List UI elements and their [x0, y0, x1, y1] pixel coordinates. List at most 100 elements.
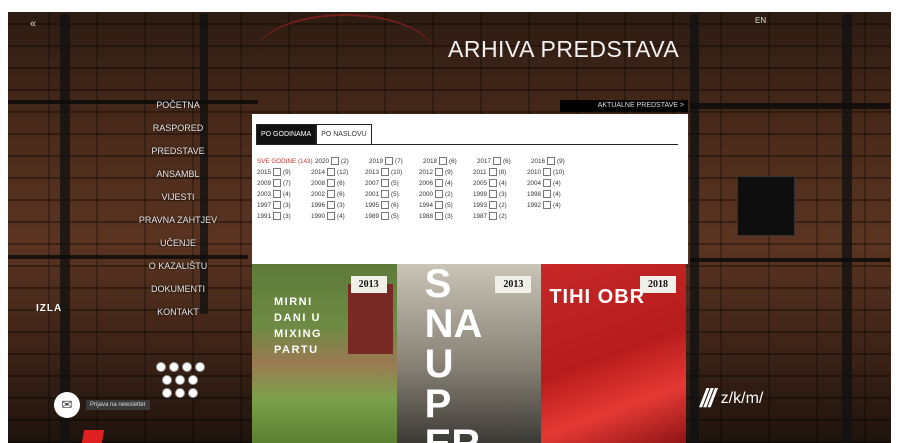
year-checkbox[interactable] — [543, 201, 552, 210]
email-icon[interactable]: ✉ — [54, 392, 80, 418]
facebook-icon[interactable] — [155, 362, 166, 372]
flickr-icon[interactable] — [175, 375, 185, 385]
year-checkbox[interactable] — [273, 190, 282, 199]
tab-po-naslovu[interactable]: PO NASLOVU — [316, 124, 372, 144]
back-icon[interactable]: « — [30, 18, 36, 30]
language-switch[interactable]: EN — [755, 16, 766, 25]
year-filter-item[interactable]: 1997 (3) — [257, 200, 311, 211]
year-checkbox[interactable] — [435, 168, 444, 177]
year-filter-item[interactable]: 2002 (6) — [311, 189, 365, 200]
nav-item-pocetna[interactable]: POČETNA — [118, 94, 238, 117]
year-checkbox[interactable] — [435, 190, 444, 199]
year-checkbox[interactable] — [327, 190, 336, 199]
year-checkbox[interactable] — [489, 201, 498, 210]
poster-card[interactable]: 2013 MIRNI DANI U MIXING PARTU — [252, 264, 397, 443]
year-filter-item[interactable]: 1989 (5) — [365, 211, 419, 222]
year-filter-item[interactable]: 2003 (4) — [257, 189, 311, 200]
year-filter-item[interactable]: 1993 (2) — [473, 200, 527, 211]
poster-card[interactable]: 2018 TIHI OBR — [541, 264, 687, 443]
year-filter-item[interactable]: 2008 (6) — [311, 178, 365, 189]
year-checkbox[interactable] — [327, 179, 336, 188]
year-filter-item[interactable]: 2013 (10) — [365, 167, 419, 178]
year-filter-item[interactable]: 2016 (9) — [531, 156, 585, 167]
year-checkbox[interactable] — [489, 212, 498, 221]
nav-item-vijesti[interactable]: VIJESTI — [118, 186, 238, 209]
year-filter-item[interactable]: 2017 (6) — [477, 156, 531, 167]
year-filter-item[interactable]: 1998 (4) — [527, 189, 581, 200]
year-filter-item[interactable]: 2006 (4) — [419, 178, 473, 189]
nav-item-dokumenti[interactable]: DOKUMENTI — [118, 278, 238, 301]
year-filter-item[interactable]: 2001 (5) — [365, 189, 419, 200]
aktualne-predstave-link[interactable]: AKTUALNE PREDSTAVE > — [560, 100, 688, 112]
year-checkbox[interactable] — [381, 201, 390, 210]
year-checkbox[interactable] — [273, 201, 282, 210]
year-filter-all[interactable]: SVE GODINE (143) — [257, 156, 315, 167]
year-checkbox[interactable] — [435, 201, 444, 210]
year-filter-item[interactable]: 2020 (2) — [315, 156, 369, 167]
year-checkbox[interactable] — [489, 179, 498, 188]
year-checkbox[interactable] — [435, 179, 444, 188]
year-filter-item[interactable]: 1995 (6) — [365, 200, 419, 211]
nav-item-predstave[interactable]: PREDSTAVE — [118, 140, 238, 163]
year-checkbox[interactable] — [381, 168, 390, 177]
twitter-icon[interactable] — [168, 362, 179, 372]
nav-item-o-kazalistu[interactable]: O KAZALIŠTU — [118, 255, 238, 278]
instagram-icon[interactable] — [181, 362, 192, 372]
year-filter-item[interactable]: 2018 (6) — [423, 156, 477, 167]
year-filter-item[interactable]: 1987 (2) — [473, 211, 527, 222]
year-filter-item[interactable]: 1990 (4) — [311, 211, 365, 222]
year-checkbox[interactable] — [385, 157, 394, 166]
year-filter-item[interactable]: 2019 (7) — [369, 156, 423, 167]
newsletter-signup[interactable]: ✉ Prijava na newsletter — [54, 392, 150, 418]
year-checkbox[interactable] — [273, 212, 282, 221]
zkm-logo[interactable]: /// z/k/m/ — [700, 383, 763, 414]
year-checkbox[interactable] — [439, 157, 448, 166]
nav-item-ucenje[interactable]: UČENJE — [118, 232, 238, 255]
year-checkbox[interactable] — [435, 212, 444, 221]
year-checkbox[interactable] — [381, 212, 390, 221]
year-checkbox[interactable] — [327, 212, 336, 221]
year-filter-item[interactable]: 1994 (5) — [419, 200, 473, 211]
year-filter-item[interactable]: 2005 (4) — [473, 178, 527, 189]
year-checkbox[interactable] — [381, 179, 390, 188]
year-filter-item[interactable]: 2009 (7) — [257, 178, 311, 189]
year-checkbox[interactable] — [489, 190, 498, 199]
pinterest-icon[interactable] — [188, 375, 198, 385]
vimeo-icon[interactable] — [162, 375, 172, 385]
email-social-icon[interactable] — [175, 388, 185, 398]
year-checkbox[interactable] — [273, 179, 282, 188]
tab-po-godinama[interactable]: PO GODINAMA — [256, 124, 317, 144]
year-checkbox[interactable] — [543, 168, 552, 177]
year-checkbox[interactable] — [273, 168, 282, 177]
year-filter-item[interactable]: 1996 (3) — [311, 200, 365, 211]
year-filter-item[interactable]: 2011 (8) — [473, 167, 527, 178]
year-checkbox[interactable] — [543, 190, 552, 199]
year-checkbox[interactable] — [327, 168, 336, 177]
year-filter-item[interactable]: 1999 (3) — [473, 189, 527, 200]
soundcloud-icon[interactable] — [188, 388, 198, 398]
nav-item-pravna-zahtjev[interactable]: PRAVNA ZAHTJEV — [118, 209, 238, 232]
poster-card[interactable]: 2013 S NA U P ER — [396, 264, 542, 443]
year-filter-item[interactable]: 2014 (12) — [311, 167, 365, 178]
youtube-icon[interactable] — [194, 362, 205, 372]
year-checkbox[interactable] — [547, 157, 556, 166]
year-filter-item[interactable]: 1991 (3) — [257, 211, 311, 222]
year-filter-item[interactable]: 2010 (10) — [527, 167, 581, 178]
nav-item-raspored[interactable]: RASPORED — [118, 117, 238, 140]
year-filter-item[interactable]: 2000 (2) — [419, 189, 473, 200]
year-filter-item[interactable]: 1988 (3) — [419, 211, 473, 222]
year-filter-item[interactable]: 2012 (9) — [419, 167, 473, 178]
year-filter-item[interactable]: 2007 (5) — [365, 178, 419, 189]
year-checkbox[interactable] — [493, 157, 502, 166]
nav-item-kontakt[interactable]: KONTAKT — [118, 301, 238, 324]
year-checkbox[interactable] — [327, 201, 336, 210]
year-checkbox[interactable] — [488, 168, 497, 177]
year-filter-item[interactable]: 2015 (9) — [257, 167, 311, 178]
year-filter-item[interactable]: 1992 (4) — [527, 200, 581, 211]
year-checkbox[interactable] — [543, 179, 552, 188]
newsletter-label[interactable]: Prijava na newsletter — [86, 400, 150, 410]
year-checkbox[interactable] — [381, 190, 390, 199]
rss-icon[interactable] — [162, 388, 172, 398]
year-filter-item[interactable]: 2004 (4) — [527, 178, 581, 189]
year-checkbox[interactable] — [331, 157, 340, 166]
